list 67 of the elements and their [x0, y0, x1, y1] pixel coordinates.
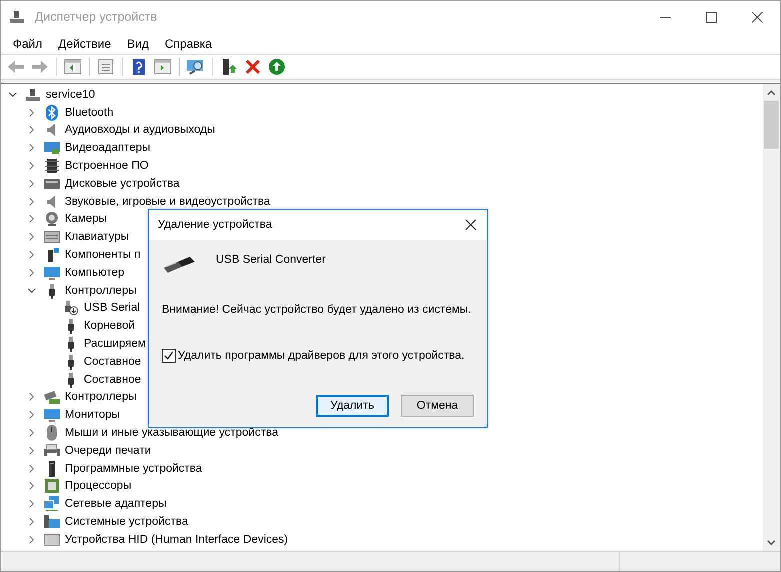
tree-item[interactable]: Аудиовходы и аудиовыходы — [64, 124, 216, 136]
tree-item[interactable]: Устройства HID (Human Interface Devices) — [64, 534, 290, 546]
storage-controller-icon — [44, 389, 60, 406]
computer-icon — [25, 86, 41, 103]
keyboard-icon — [44, 229, 60, 246]
tree-item[interactable]: Расширяем — [83, 338, 147, 350]
tree-item[interactable]: Контроллеры — [64, 284, 138, 297]
printer-icon — [44, 442, 60, 459]
tree-item[interactable]: Клавиатуры — [64, 231, 130, 244]
menu-item[interactable]: Справка — [157, 36, 220, 50]
keyboard-icon — [44, 532, 60, 548]
tree-item[interactable]: Камеры — [64, 213, 108, 226]
tree-item[interactable]: Видеоадаптеры — [64, 142, 152, 154]
monitor-icon — [44, 264, 60, 281]
scan-hardware-icon[interactable] — [186, 58, 206, 76]
driver-icon[interactable] — [153, 58, 173, 76]
bluetooth-icon — [44, 104, 60, 121]
list-icon[interactable] — [96, 58, 116, 76]
device-name: USB Serial Converter — [216, 254, 326, 266]
dialog-button[interactable]: Удалить — [316, 395, 389, 417]
menu-item[interactable]: Файл — [5, 36, 51, 50]
forward-arrow-icon[interactable] — [30, 58, 50, 76]
delete-icon[interactable] — [243, 58, 263, 76]
scrollbar[interactable] — [763, 84, 780, 551]
dialog-button[interactable]: Отмена — [401, 395, 474, 417]
system-devices-icon — [44, 514, 60, 530]
checkbox-label[interactable]: Удалить программы драйверов для этого устройства. — [178, 350, 465, 362]
tree-item[interactable]: service10 — [45, 88, 96, 101]
tree-item[interactable]: Системные устройства — [64, 516, 190, 528]
close-icon[interactable] — [465, 219, 477, 231]
webcam-icon — [44, 211, 60, 228]
tree-item[interactable]: Процессоры — [64, 480, 133, 492]
window-title: Диспетчер устройств — [35, 10, 158, 24]
tree-item[interactable]: Дисковые устройства — [64, 178, 181, 190]
tree-item[interactable]: Компьютер — [64, 266, 126, 279]
tree-item[interactable]: Мониторы — [64, 409, 122, 422]
properties-icon[interactable] — [63, 58, 83, 76]
tree-item[interactable]: USB Serial — [83, 302, 142, 314]
tree-item[interactable]: Корневой — [83, 320, 136, 332]
scroll-thumb[interactable] — [764, 101, 779, 149]
monitor-icon — [44, 407, 60, 424]
tree-item[interactable]: Очереди печати — [64, 444, 152, 457]
tree-item[interactable]: Встроенное ПО — [64, 160, 150, 172]
tree-item[interactable]: Программные устройства — [64, 462, 204, 475]
tree-item[interactable]: Звуковые, игровые и видеоустройства — [64, 196, 272, 208]
enable-icon[interactable] — [267, 58, 287, 76]
tree-item[interactable]: Сетевые адаптеры — [64, 498, 168, 510]
checkbox[interactable] — [162, 349, 176, 363]
back-arrow-icon[interactable] — [6, 58, 26, 76]
tree-item[interactable]: Мыши и иные указывающие устройства — [64, 427, 280, 440]
warning-text: Внимание! Сейчас устройство будет удалено из системы. — [162, 304, 472, 316]
menu-item[interactable]: Вид — [119, 36, 157, 50]
usb-download-icon — [63, 300, 79, 316]
tree-item[interactable]: Контроллеры — [64, 391, 138, 404]
tree-item[interactable]: Составное — [83, 374, 142, 386]
display-adapter-icon — [44, 140, 60, 156]
dialog-title: Удаление устройства — [158, 219, 272, 231]
network-icon — [44, 496, 60, 512]
tree-item[interactable]: Составное — [83, 356, 142, 368]
usb-cable-icon — [162, 254, 198, 274]
mouse-icon — [44, 425, 60, 442]
chip-icon — [44, 158, 60, 174]
app-icon — [9, 9, 25, 25]
processor-icon — [44, 478, 60, 494]
tree-item[interactable]: Bluetooth — [64, 106, 115, 119]
tree-item[interactable]: Компоненты п — [64, 249, 142, 262]
menu-item[interactable]: Действие — [50, 36, 120, 50]
